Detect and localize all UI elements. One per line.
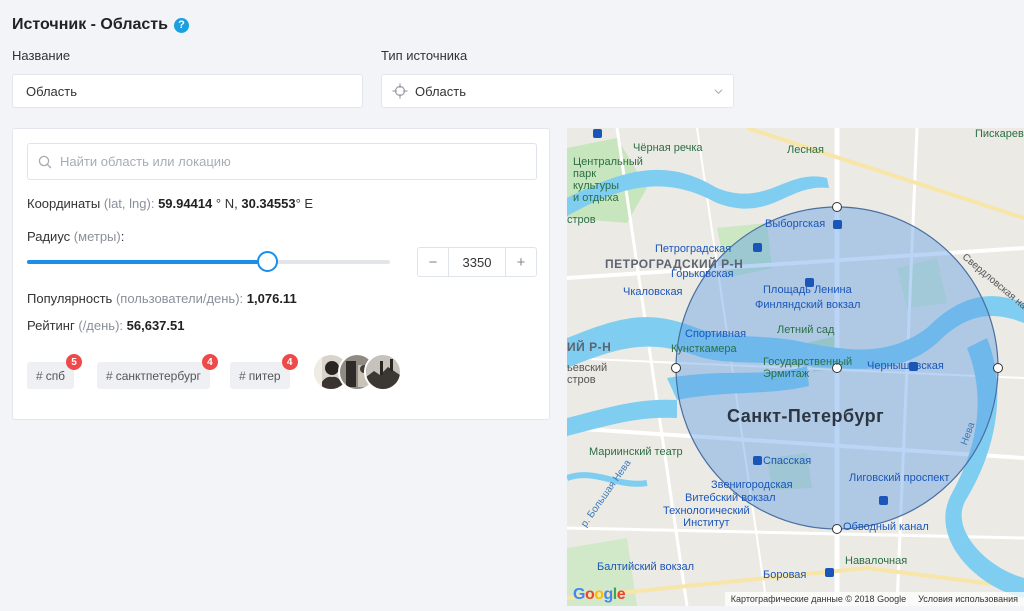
radius-label: Радиус bbox=[27, 229, 71, 244]
tag-spb[interactable]: # спб 5 bbox=[27, 354, 83, 389]
popularity-unit: (пользователи/день): bbox=[115, 291, 244, 306]
rating-row: Рейтинг (/день): 56,637.51 bbox=[27, 318, 184, 333]
map-label: Балтийский вокзал bbox=[597, 561, 695, 573]
chevron-down-icon bbox=[714, 89, 723, 95]
map-label: Витебский вокзал bbox=[685, 492, 776, 504]
map-label: Горьковская bbox=[671, 268, 734, 280]
map-label: Навалочная bbox=[845, 555, 908, 567]
radius-slider[interactable] bbox=[27, 251, 390, 272]
map-label: Боровая bbox=[763, 569, 807, 581]
map-view[interactable]: Пискарев Чёрная речка Лесная Центральный… bbox=[567, 128, 1024, 606]
search-icon bbox=[38, 155, 52, 168]
type-value: Область bbox=[415, 83, 467, 99]
map-label: Петроградская bbox=[655, 243, 732, 255]
coords-unit: (lat, lng): bbox=[103, 196, 155, 211]
map-label: Лесная bbox=[787, 144, 824, 156]
tag-count-badge: 4 bbox=[201, 354, 218, 370]
decrement-button[interactable]: − bbox=[418, 248, 448, 276]
map-label: Мариинский театр bbox=[589, 446, 683, 458]
avatar-group[interactable] bbox=[312, 353, 402, 391]
map-label: Летний сад bbox=[777, 324, 835, 336]
tag-piter[interactable]: # питер 4 bbox=[230, 354, 298, 389]
google-logo: Google bbox=[573, 586, 626, 603]
map-label: Выборгская bbox=[765, 218, 826, 230]
location-search[interactable] bbox=[27, 143, 537, 180]
map-label: Чёрная речка bbox=[633, 142, 703, 154]
rating-value: 56,637.51 bbox=[126, 318, 185, 333]
source-type-select[interactable]: Область bbox=[381, 74, 734, 108]
tag-label: питер bbox=[248, 368, 281, 383]
map-label: Пискарев bbox=[975, 128, 1024, 140]
map-label: Центральный парк культуры и отдыха bbox=[573, 156, 643, 204]
coordinates-row: Координаты (lat, lng): 59.94414 ° N, 30.… bbox=[27, 196, 313, 211]
map-label: стров bbox=[567, 214, 596, 226]
rating-label: Рейтинг bbox=[27, 318, 75, 333]
title-row: Источник - Область ? bbox=[12, 16, 189, 34]
page-title: Источник - Область bbox=[12, 16, 168, 33]
hashtag-icon: # bbox=[106, 368, 113, 383]
map-label: Чкаловская bbox=[623, 286, 683, 298]
tag-sanktpeterburg[interactable]: # санктпетербург 4 bbox=[97, 354, 218, 389]
hashtag-icon: # bbox=[239, 368, 246, 383]
radius-row: Радиус (метры): bbox=[27, 229, 124, 244]
map-label: Финляндский вокзал bbox=[755, 299, 861, 311]
coords-lat-suffix: ° N, bbox=[215, 196, 238, 211]
popularity-label: Популярность bbox=[27, 291, 113, 306]
map-label: Звенигородская bbox=[711, 479, 793, 491]
popularity-row: Популярность (пользователи/день): 1,076.… bbox=[27, 291, 297, 306]
area-settings-panel: Координаты (lat, lng): 59.94414 ° N, 30.… bbox=[12, 128, 550, 420]
radius-stepper[interactable]: − 3350 + bbox=[417, 247, 537, 277]
radius-slider-fill bbox=[27, 260, 267, 264]
rating-unit: (/день): bbox=[78, 318, 124, 333]
coords-lng: 30.34553 bbox=[241, 196, 296, 211]
map-label: Площадь Ленина bbox=[763, 284, 852, 296]
name-value: Область bbox=[26, 83, 78, 99]
map-terms-link[interactable]: Условия использования bbox=[918, 594, 1018, 604]
type-label: Тип источника bbox=[381, 48, 468, 63]
map-attribution-bar: Картографические данные © 2018 Google Ус… bbox=[724, 592, 1024, 606]
map-label: Обводный канал bbox=[843, 521, 929, 533]
map-label: Кунсткамера bbox=[671, 343, 737, 355]
help-icon[interactable]: ? bbox=[173, 17, 189, 33]
map-label: Спасская bbox=[763, 455, 812, 467]
map-city-label: Санкт-Петербург bbox=[727, 406, 885, 426]
map-label: Чернышевская bbox=[867, 360, 944, 372]
name-field[interactable]: Область bbox=[12, 74, 363, 108]
map-label: ьевский стров bbox=[567, 362, 608, 386]
tag-count-badge: 5 bbox=[66, 354, 83, 370]
crosshair-icon bbox=[392, 83, 408, 99]
map-label: ИЙ Р-Н bbox=[567, 340, 612, 354]
tag-count-badge: 4 bbox=[281, 354, 298, 370]
map-label: Технологический Институт bbox=[663, 505, 750, 529]
increment-button[interactable]: + bbox=[506, 248, 536, 276]
search-input[interactable] bbox=[60, 154, 536, 169]
map-label: Лиговский проспект bbox=[849, 472, 950, 484]
coords-lat: 59.94414 bbox=[158, 196, 213, 211]
radius-slider-handle[interactable] bbox=[256, 251, 278, 272]
map-attribution: Картографические данные © 2018 Google bbox=[730, 594, 907, 604]
popularity-value: 1,076.11 bbox=[246, 291, 297, 306]
map-label: Государственный Эрмитаж bbox=[763, 356, 853, 380]
radius-colon: : bbox=[120, 229, 125, 244]
coords-label: Координаты bbox=[27, 196, 101, 211]
name-label: Название bbox=[12, 48, 71, 63]
tag-label: спб bbox=[45, 368, 66, 383]
coords-lng-suffix: ° E bbox=[295, 196, 314, 211]
radius-value[interactable]: 3350 bbox=[448, 248, 506, 276]
tag-label: санктпетербург bbox=[115, 368, 201, 383]
map-label: Спортивная bbox=[685, 328, 747, 340]
hashtag-icon: # bbox=[36, 368, 43, 383]
avatar[interactable] bbox=[364, 353, 402, 391]
radius-unit: (метры) bbox=[73, 229, 121, 244]
